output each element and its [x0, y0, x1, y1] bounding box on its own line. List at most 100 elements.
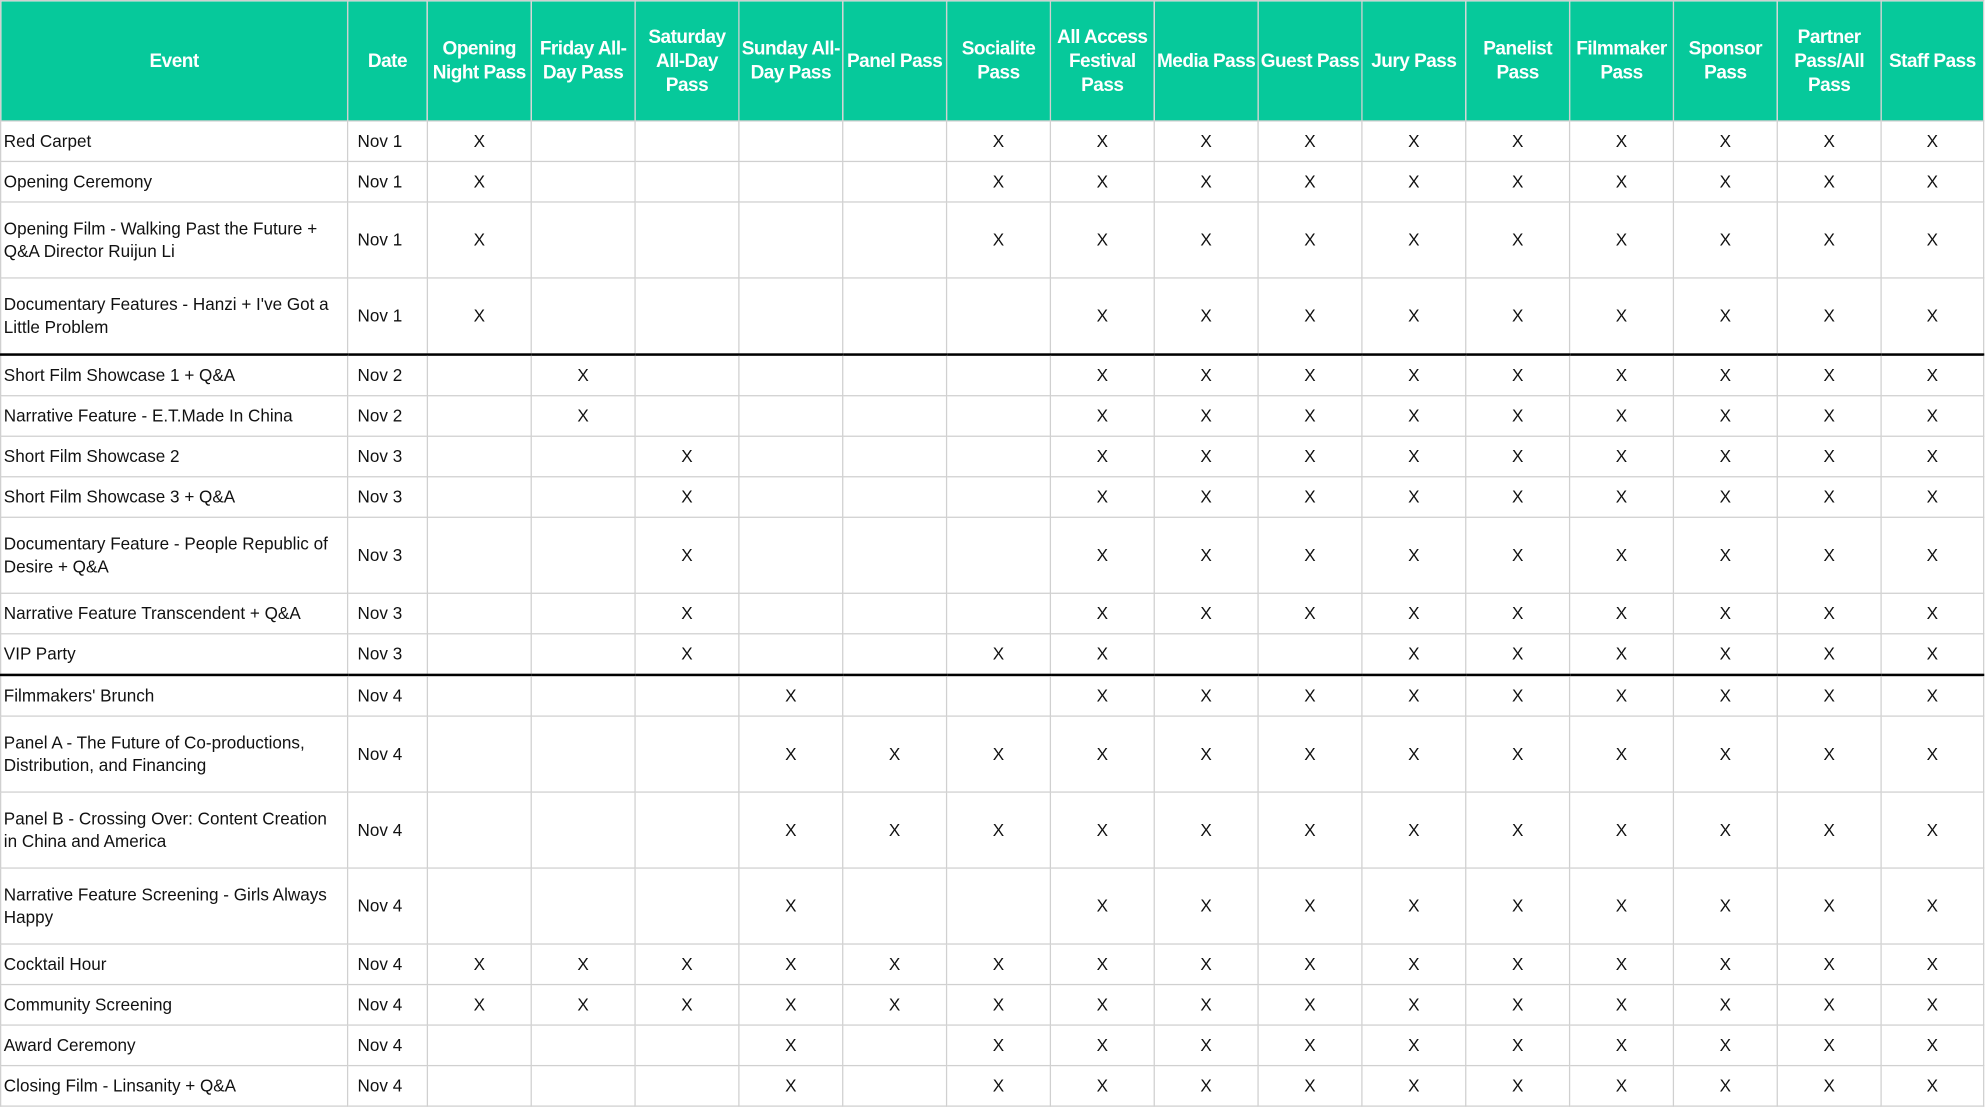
- pass-access-cell[interactable]: X: [1776, 277, 1882, 356]
- event-cell[interactable]: Narrative Feature Screening - Girls Alwa…: [0, 867, 349, 945]
- pass-access-cell[interactable]: X: [1361, 120, 1467, 163]
- column-header[interactable]: Jury Pass: [1361, 0, 1467, 122]
- event-cell[interactable]: Cocktail Hour: [0, 943, 349, 986]
- pass-access-cell[interactable]: X: [634, 516, 740, 594]
- date-cell[interactable]: Nov 4: [346, 867, 429, 945]
- pass-access-cell[interactable]: X: [1049, 476, 1155, 518]
- pass-access-cell[interactable]: X: [1880, 673, 1985, 717]
- date-cell[interactable]: Nov 3: [346, 435, 429, 478]
- pass-access-cell[interactable]: X: [1568, 160, 1675, 203]
- pass-access-cell[interactable]: X: [1153, 1064, 1259, 1107]
- pass-access-cell[interactable]: X: [1880, 791, 1985, 869]
- pass-access-cell[interactable]: [530, 867, 636, 945]
- pass-access-cell[interactable]: [738, 120, 844, 163]
- column-header[interactable]: Date: [346, 0, 429, 122]
- pass-access-cell[interactable]: [738, 160, 844, 203]
- pass-access-cell[interactable]: [738, 201, 844, 279]
- pass-access-cell[interactable]: X: [1049, 277, 1155, 356]
- pass-access-cell[interactable]: [530, 791, 636, 869]
- pass-access-cell[interactable]: [426, 633, 532, 676]
- pass-access-cell[interactable]: X: [1672, 983, 1778, 1026]
- pass-access-cell[interactable]: [634, 201, 740, 279]
- pass-access-cell[interactable]: X: [634, 983, 740, 1026]
- pass-access-cell[interactable]: X: [1568, 943, 1675, 986]
- pass-access-cell[interactable]: X: [1465, 353, 1571, 397]
- pass-access-cell[interactable]: X: [1672, 673, 1778, 717]
- pass-access-cell[interactable]: [530, 516, 636, 594]
- pass-access-cell[interactable]: [945, 867, 1052, 945]
- pass-access-cell[interactable]: X: [1153, 120, 1259, 163]
- date-cell[interactable]: Nov 1: [346, 160, 429, 203]
- pass-access-cell[interactable]: [1257, 633, 1363, 676]
- pass-access-cell[interactable]: [842, 673, 948, 717]
- date-cell[interactable]: Nov 3: [346, 592, 429, 635]
- pass-access-cell[interactable]: X: [1776, 673, 1882, 717]
- pass-access-cell[interactable]: X: [842, 791, 948, 869]
- column-header[interactable]: Partner Pass/All Pass: [1776, 0, 1882, 122]
- event-cell[interactable]: Opening Ceremony: [0, 160, 349, 203]
- pass-access-cell[interactable]: X: [1257, 592, 1363, 635]
- pass-access-cell[interactable]: [842, 201, 948, 279]
- date-cell[interactable]: Nov 4: [346, 1024, 429, 1067]
- pass-access-cell[interactable]: X: [634, 633, 740, 676]
- pass-access-cell[interactable]: X: [1257, 120, 1363, 163]
- pass-access-cell[interactable]: X: [1465, 867, 1571, 945]
- event-cell[interactable]: Opening Film - Walking Past the Future +…: [0, 201, 349, 279]
- pass-access-cell[interactable]: [426, 476, 532, 518]
- pass-access-cell[interactable]: X: [1568, 277, 1675, 356]
- pass-access-cell[interactable]: [945, 476, 1052, 518]
- column-header[interactable]: Friday All-Day Pass: [530, 0, 636, 122]
- pass-access-cell[interactable]: X: [1465, 673, 1571, 717]
- pass-access-cell[interactable]: [842, 120, 948, 163]
- pass-access-cell[interactable]: X: [1672, 633, 1778, 676]
- pass-access-cell[interactable]: [842, 353, 948, 397]
- pass-access-cell[interactable]: X: [1049, 1064, 1155, 1107]
- pass-access-cell[interactable]: X: [1465, 395, 1571, 437]
- pass-access-cell[interactable]: X: [1465, 791, 1571, 869]
- pass-access-cell[interactable]: X: [530, 353, 636, 397]
- pass-access-cell[interactable]: X: [1568, 476, 1675, 518]
- pass-access-cell[interactable]: [842, 592, 948, 635]
- pass-access-cell[interactable]: X: [1672, 160, 1778, 203]
- pass-access-cell[interactable]: X: [1776, 435, 1882, 478]
- pass-access-cell[interactable]: [530, 633, 636, 676]
- pass-access-cell[interactable]: X: [1880, 867, 1985, 945]
- pass-access-cell[interactable]: X: [1361, 715, 1467, 793]
- pass-access-cell[interactable]: X: [1361, 1024, 1467, 1067]
- pass-access-cell[interactable]: X: [1568, 592, 1675, 635]
- pass-access-cell[interactable]: X: [1672, 395, 1778, 437]
- pass-access-cell[interactable]: X: [1672, 1024, 1778, 1067]
- column-header[interactable]: Sunday All-Day Pass: [738, 0, 844, 122]
- pass-access-cell[interactable]: X: [1672, 120, 1778, 163]
- pass-access-cell[interactable]: X: [1568, 120, 1675, 163]
- pass-access-cell[interactable]: X: [1880, 353, 1985, 397]
- column-header[interactable]: Panel Pass: [842, 0, 948, 122]
- event-cell[interactable]: Award Ceremony: [0, 1024, 349, 1067]
- pass-access-cell[interactable]: X: [1465, 160, 1571, 203]
- pass-access-cell[interactable]: X: [1361, 160, 1467, 203]
- pass-access-cell[interactable]: X: [1880, 120, 1985, 163]
- pass-access-cell[interactable]: X: [1257, 1064, 1363, 1107]
- date-cell[interactable]: Nov 2: [346, 395, 429, 437]
- pass-access-cell[interactable]: [426, 353, 532, 397]
- pass-access-cell[interactable]: X: [1257, 435, 1363, 478]
- pass-access-cell[interactable]: X: [1776, 592, 1882, 635]
- pass-access-cell[interactable]: [530, 673, 636, 717]
- pass-access-cell[interactable]: X: [1361, 943, 1467, 986]
- event-cell[interactable]: Community Screening: [0, 983, 349, 1026]
- pass-access-cell[interactable]: [426, 592, 532, 635]
- pass-access-cell[interactable]: X: [1049, 867, 1155, 945]
- pass-access-cell[interactable]: X: [1361, 673, 1467, 717]
- event-cell[interactable]: Closing Film - Linsanity + Q&A: [0, 1064, 349, 1107]
- pass-access-cell[interactable]: X: [1257, 353, 1363, 397]
- date-cell[interactable]: Nov 4: [346, 983, 429, 1026]
- pass-access-cell[interactable]: X: [842, 715, 948, 793]
- column-header[interactable]: Guest Pass: [1257, 0, 1363, 122]
- pass-access-cell[interactable]: X: [1776, 715, 1882, 793]
- pass-access-cell[interactable]: X: [738, 943, 844, 986]
- pass-access-cell[interactable]: X: [1672, 277, 1778, 356]
- pass-access-cell[interactable]: X: [1153, 1024, 1259, 1067]
- pass-access-cell[interactable]: X: [1568, 791, 1675, 869]
- pass-access-cell[interactable]: X: [1361, 476, 1467, 518]
- pass-access-cell[interactable]: X: [634, 435, 740, 478]
